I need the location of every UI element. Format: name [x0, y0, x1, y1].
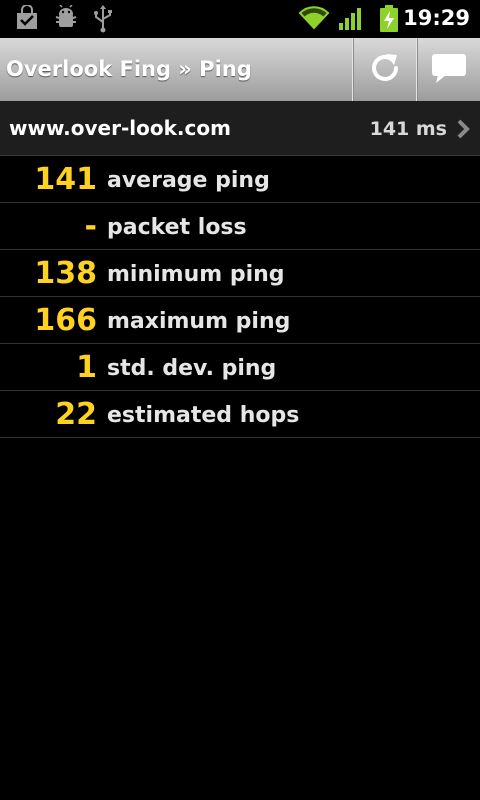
comment-button[interactable] [416, 38, 480, 101]
status-bar: 19:29 [0, 0, 480, 38]
comment-icon [430, 51, 468, 89]
ping-screen: 19:29 Overlook Fing » Ping www.over-look… [0, 0, 480, 800]
stat-label: minimum ping [107, 262, 285, 287]
stat-label: maximum ping [107, 309, 291, 334]
status-time: 19:29 [403, 6, 470, 30]
host-name: www.over-look.com [9, 116, 231, 140]
stat-value: 22 [55, 397, 97, 432]
usb-icon [92, 5, 114, 37]
stats-list: 141 average ping - packet loss 138 minim… [0, 156, 480, 438]
stat-label: average ping [107, 168, 270, 193]
refresh-icon [367, 50, 403, 90]
shopping-bag-icon [14, 4, 40, 35]
stat-value: - [84, 209, 97, 244]
chevron-right-icon [456, 119, 470, 143]
wifi-icon [298, 4, 330, 34]
stat-value: 138 [34, 256, 97, 291]
title-bar: Overlook Fing » Ping [0, 38, 480, 101]
stat-label: estimated hops [107, 403, 300, 428]
stat-row-minimum-ping: 138 minimum ping [0, 250, 480, 297]
android-debug-icon [54, 4, 78, 35]
stat-label: packet loss [107, 215, 247, 240]
stat-value: 141 [34, 162, 97, 197]
host-ping-time: 141 ms [369, 118, 447, 140]
page-title: Overlook Fing » Ping [6, 57, 252, 81]
stat-row-average-ping: 141 average ping [0, 156, 480, 203]
stat-value: 1 [76, 350, 97, 385]
battery-charging-icon [378, 5, 400, 37]
stat-row-packet-loss: - packet loss [0, 203, 480, 250]
host-row[interactable]: www.over-look.com 141 ms [0, 101, 480, 156]
stat-row-maximum-ping: 166 maximum ping [0, 297, 480, 344]
refresh-button[interactable] [352, 38, 416, 101]
stat-value: 166 [34, 303, 97, 338]
stat-row-estimated-hops: 22 estimated hops [0, 391, 480, 438]
signal-icon [338, 6, 364, 36]
stat-label: std. dev. ping [107, 356, 277, 381]
stat-row-std-dev-ping: 1 std. dev. ping [0, 344, 480, 391]
